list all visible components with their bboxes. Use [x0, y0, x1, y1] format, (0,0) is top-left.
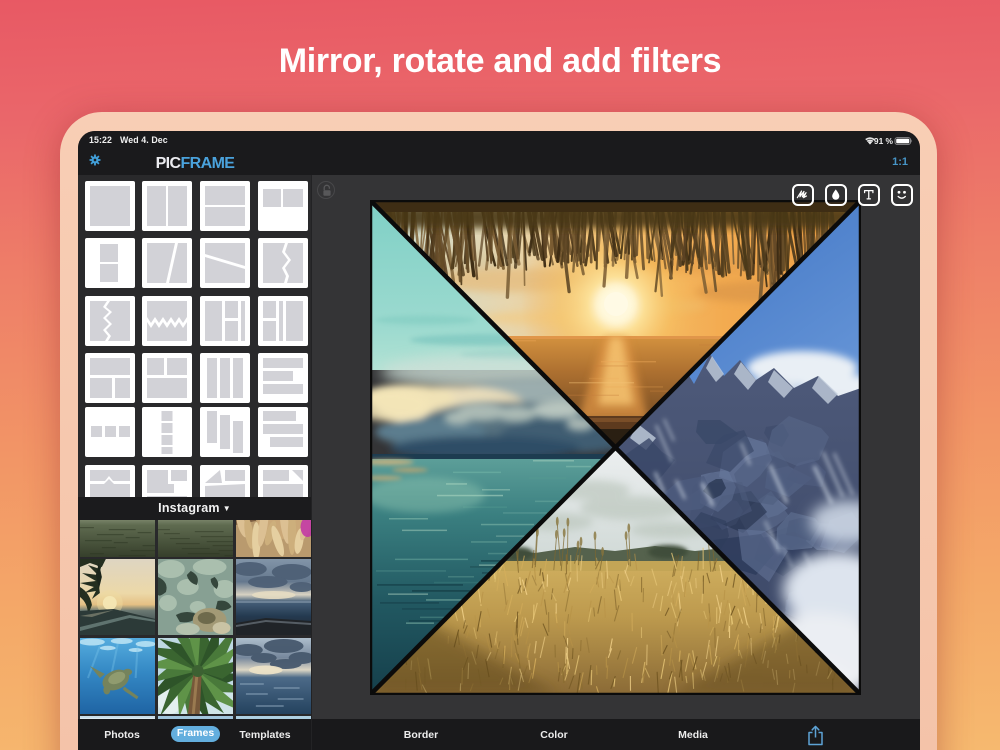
svg-text:91 %: 91 %	[874, 136, 894, 146]
